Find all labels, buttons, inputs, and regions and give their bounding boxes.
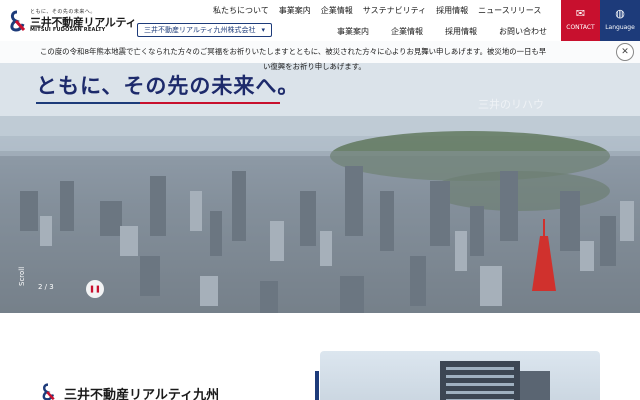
photo-accent-bar — [315, 371, 319, 400]
notice-text-line2: い復興をお祈り申しあげます。 — [263, 62, 366, 71]
slide-indicator: 2 / 3 — [38, 283, 54, 291]
nav-item-sustainability[interactable]: サステナビリティ — [363, 5, 426, 16]
site-logo[interactable]: ともに、その先の未来へ。 三井不動産リアルティ MITSUI FUDOSAN R… — [8, 6, 137, 36]
pause-icon[interactable]: ❚❚ — [86, 280, 104, 298]
brand-mark-icon — [10, 10, 26, 32]
brand-mark-icon — [42, 383, 55, 400]
nav-item-news[interactable]: ニュースリリース — [478, 5, 541, 16]
nav-item-recruit[interactable]: 採用情報 — [436, 5, 468, 16]
globe-icon: ◍ — [615, 7, 625, 20]
brand-name-en: MITSUI FUDOSAN REALTY — [30, 27, 106, 33]
mail-icon: ✉ — [575, 7, 586, 20]
hero-ghost-caption: 三井のリハウ — [478, 98, 544, 111]
company-selector[interactable]: 三井不動産リアルティ九州株式会社 ▾ — [137, 23, 272, 37]
nav-item-business[interactable]: 事業案内 — [279, 5, 311, 16]
nav-item-company[interactable]: 企業情報 — [321, 5, 353, 16]
nav-item-about[interactable]: 私たちについて — [213, 5, 269, 16]
notice-bar: この度の令和8年熊本地震で亡くなられた方々のご冥福をお祈りいたしますとともに、被… — [0, 41, 640, 63]
hero-underline-blue — [36, 102, 140, 104]
subnav-item-contact[interactable]: お問い合わせ — [499, 26, 547, 37]
sub-nav: 事業案内 企業情報 採用情報 お問い合わせ — [337, 26, 547, 37]
contact-button[interactable]: ✉ CONTACT — [561, 0, 600, 41]
company-name: 三井不動産リアルティ九州 — [64, 388, 220, 400]
hero-underline-red — [140, 102, 280, 104]
close-icon[interactable]: ✕ — [616, 43, 634, 61]
hero-slider: ともに、その先の未来へ。 三井のリハウ Scroll 2 / 3 ❚❚ — [0, 41, 640, 313]
building-photo — [320, 351, 600, 400]
building-image — [440, 361, 550, 400]
language-button[interactable]: ◍ Language — [600, 0, 640, 41]
company-section: 三井不動産リアルティ九州 — [0, 313, 640, 400]
company-selector-label: 三井不動産リアルティ九州株式会社 — [144, 26, 256, 34]
language-label: Language — [605, 24, 635, 31]
subnav-item-business[interactable]: 事業案内 — [337, 26, 369, 37]
site-header: ともに、その先の未来へ。 三井不動産リアルティ MITSUI FUDOSAN R… — [0, 0, 640, 41]
chevron-down-icon: ▾ — [261, 26, 265, 34]
scroll-indicator: Scroll — [18, 266, 26, 286]
contact-label: CONTACT — [566, 24, 595, 31]
top-nav: 私たちについて 事業案内 企業情報 サステナビリティ 採用情報 ニュースリリース — [213, 5, 541, 16]
hero-title: ともに、その先の未来へ。 — [36, 73, 300, 98]
subnav-item-recruit[interactable]: 採用情報 — [445, 26, 477, 37]
notice-text-line1: この度の令和8年熊本地震で亡くなられた方々のご冥福をお祈りいたしますとともに、被… — [40, 47, 547, 56]
subnav-item-company[interactable]: 企業情報 — [391, 26, 423, 37]
